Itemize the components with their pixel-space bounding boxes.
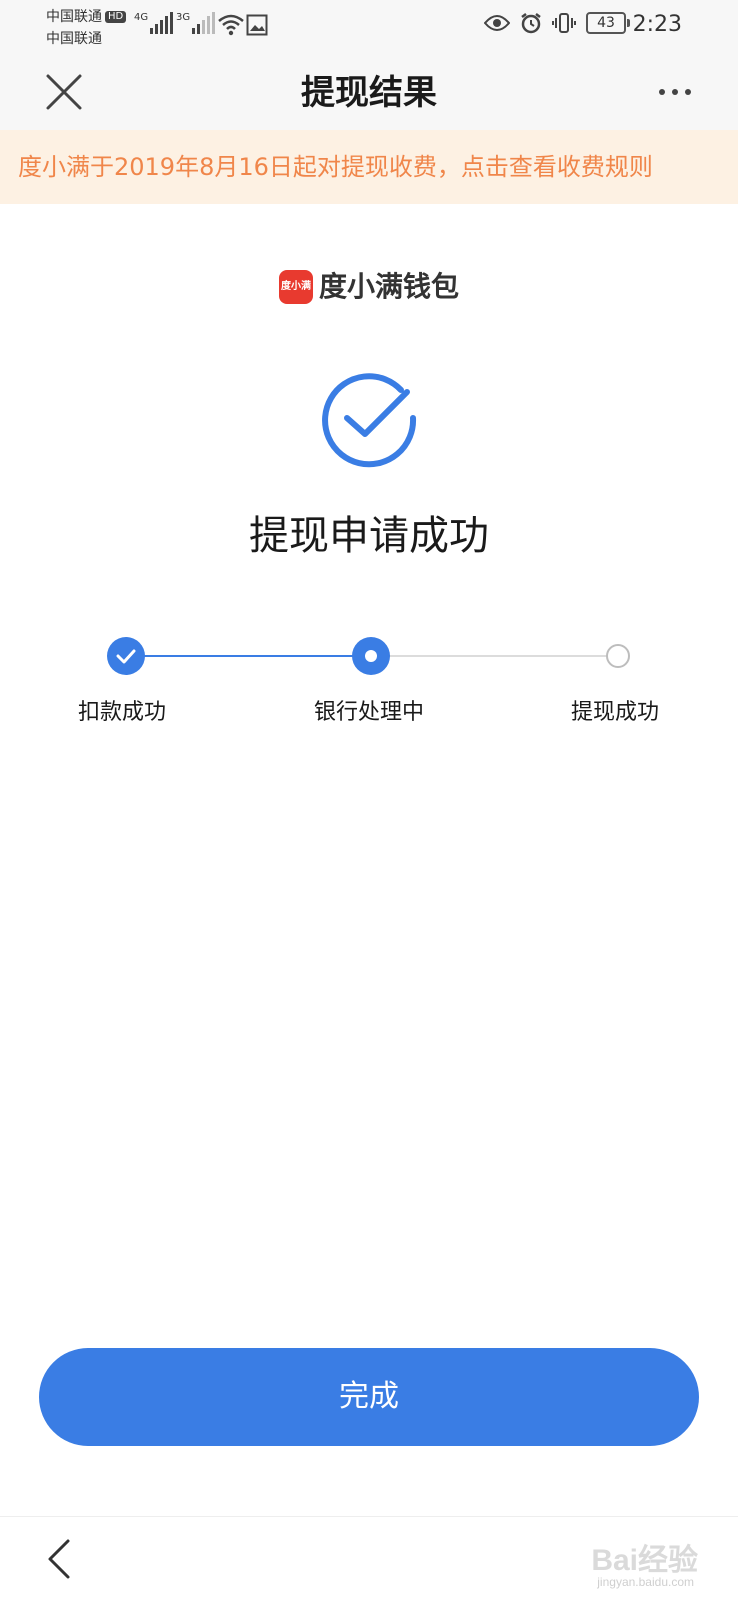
page-title: 提现结果 (301, 73, 437, 113)
status-icons-right: 43 (484, 12, 630, 34)
battery-icon: 43 (586, 12, 630, 34)
fee-notice-banner[interactable]: 度小满于2019年8月16日起对提现收费，点击查看收费规则 (0, 130, 738, 204)
done-button[interactable]: 完成 (39, 1348, 699, 1446)
wifi-icon (218, 14, 244, 36)
carrier-1: 中国联通 (46, 9, 102, 25)
clock: 2:23 (632, 12, 682, 37)
brand-logo: 度小满 (278, 270, 313, 304)
signal-3g-icon: 3G (176, 12, 216, 34)
brand: 度小满 度小满钱包 (0, 270, 738, 304)
progress-steps: 扣款成功 银行处理中 提现成功 (0, 630, 738, 730)
alarm-icon (521, 13, 541, 34)
image-alert-icon (246, 14, 268, 36)
progress-line-pending (371, 655, 618, 657)
watermark: Bai经验 (591, 1544, 698, 1577)
check-circle-icon (322, 373, 417, 468)
hd-badge: HD (105, 11, 127, 23)
progress-line-done (126, 655, 371, 657)
watermark-url: jingyan.baidu.com (597, 1575, 694, 1589)
bottom-nav-bar: Bai经验 jingyan.baidu.com (0, 1516, 738, 1600)
step-current-dot-icon (352, 637, 390, 675)
back-icon[interactable] (44, 1537, 74, 1581)
vibrate-icon (552, 13, 576, 33)
carrier-info: 中国联通 HD 中国联通 (46, 6, 127, 50)
step-label-withdraw-success: 提现成功 (570, 700, 660, 725)
brand-name: 度小满钱包 (318, 270, 459, 303)
eye-icon (484, 15, 510, 31)
nav-bar: 提现结果 (0, 56, 738, 130)
result-title: 提现申请成功 (249, 513, 489, 559)
step-label-bank-processing: 银行处理中 (313, 700, 425, 725)
step-label-deducted: 扣款成功 (77, 700, 167, 725)
status-bar: 中国联通 HD 中国联通 4G 3G 43 2:23 (0, 0, 738, 56)
more-icon[interactable] (658, 86, 692, 98)
step-pending-circle-icon (606, 644, 630, 668)
carrier-2: 中国联通 (46, 31, 102, 47)
signal-4g-icon: 4G (134, 12, 174, 34)
step-done-check-icon (107, 637, 145, 675)
